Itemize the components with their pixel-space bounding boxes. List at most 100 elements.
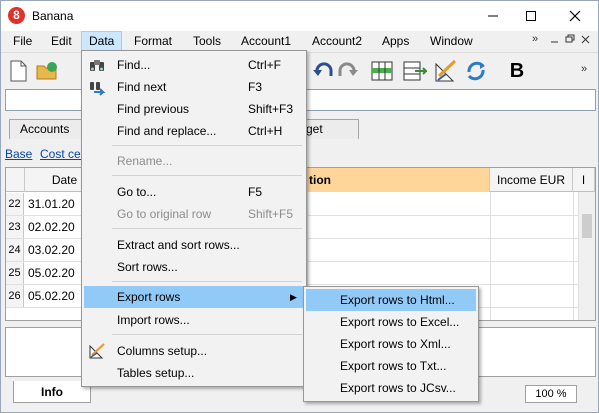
menu-item-label: Go to...	[117, 185, 157, 199]
menu-item-export-excel[interactable]: Export rows to Excel...	[306, 311, 476, 333]
bold-button[interactable]: B	[504, 58, 530, 84]
menu-item-shortcut: F5	[248, 185, 263, 199]
insert-row-icon[interactable]	[369, 58, 395, 84]
tab-info[interactable]: Info	[13, 381, 91, 403]
menu-bar: File Edit Data Format Tools Account1 Acc…	[1, 31, 598, 51]
tab-accounts[interactable]: Accounts	[9, 119, 87, 139]
row-number: 26	[6, 285, 24, 307]
row-number-header	[6, 168, 25, 192]
menu-item-shortcut: F3	[248, 80, 263, 94]
zoom-level[interactable]: 100 %	[525, 385, 577, 403]
redo-icon[interactable]	[335, 58, 361, 84]
vertical-scrollbar[interactable]	[578, 192, 595, 320]
submenu-arrow-icon: ▶	[290, 292, 297, 302]
menu-item-rename: Rename...	[84, 150, 304, 172]
menu-item-label: Export rows to Txt...	[340, 359, 447, 373]
row-date[interactable]: 03.02.20	[28, 239, 75, 261]
delete-row-icon[interactable]	[401, 58, 429, 84]
mdi-close-icon[interactable]	[581, 33, 591, 48]
title-bar: 8 Banana	[1, 1, 598, 31]
menu-window[interactable]: Window	[423, 31, 480, 51]
menu-item-import-rows[interactable]: Import rows...	[84, 309, 304, 331]
menu-item-label: Columns setup...	[117, 344, 208, 358]
menu-account1[interactable]: Account1	[234, 31, 298, 51]
close-button[interactable]	[557, 1, 593, 31]
menu-item-label: Export rows to Excel...	[340, 315, 460, 329]
view-tab-base[interactable]: Base	[5, 147, 32, 161]
menu-item-go-to-original-row: Go to original row Shift+F5	[84, 203, 304, 225]
menu-apps[interactable]: Apps	[375, 31, 416, 51]
menu-item-find-replace[interactable]: Find and replace... Ctrl+H	[84, 120, 304, 142]
menu-item-label: Export rows to JCsv...	[340, 381, 456, 395]
menu-item-shortcut: Shift+F5	[248, 207, 294, 221]
mdi-minimize-icon[interactable]	[550, 33, 560, 48]
menu-item-label: Extract and sort rows...	[117, 238, 240, 252]
app-window: 8 Banana File Edit Data Format Tools Acc…	[0, 0, 599, 413]
menu-item-label: Go to original row	[117, 207, 212, 221]
open-folder-icon[interactable]	[34, 58, 60, 84]
new-file-icon[interactable]	[6, 58, 32, 84]
data-menu-dropdown: Find... Ctrl+F Find next F3 Find previou…	[81, 50, 307, 387]
row-number: 24	[6, 239, 24, 261]
menu-item-find-previous[interactable]: Find previous Shift+F3	[84, 98, 304, 120]
columns-setup-icon	[89, 343, 105, 359]
menu-item-shortcut: Shift+F3	[248, 102, 294, 116]
row-date[interactable]: 05.02.20	[28, 285, 75, 307]
menu-edit[interactable]: Edit	[44, 31, 79, 51]
column-header-next[interactable]: I	[573, 168, 595, 192]
menu-item-label: Import rows...	[117, 313, 190, 327]
column-header-description[interactable]: tion	[307, 168, 490, 192]
menu-separator	[112, 145, 302, 146]
column-header-income[interactable]: Income EUR	[490, 168, 573, 192]
menu-item-label: Find and replace...	[117, 124, 217, 138]
menu-file[interactable]: File	[6, 31, 39, 51]
row-date[interactable]: 02.02.20	[28, 216, 75, 238]
menu-item-label: Find next	[117, 80, 167, 94]
menu-separator	[112, 175, 302, 176]
row-number: 25	[6, 262, 24, 284]
menu-item-export-jcsv[interactable]: Export rows to JCsv...	[306, 377, 476, 399]
menu-item-label: Rename...	[117, 154, 173, 168]
menu-item-shortcut: Ctrl+F	[248, 58, 281, 72]
menu-format[interactable]: Format	[127, 31, 179, 51]
menu-item-label: Sort rows...	[117, 260, 178, 274]
columns-setup-icon[interactable]	[433, 58, 459, 84]
menu-item-label: Export rows	[117, 290, 181, 304]
menu-item-find[interactable]: Find... Ctrl+F	[84, 54, 304, 76]
scrollbar-thumb[interactable]	[582, 214, 592, 238]
menu-item-label: Find...	[117, 58, 151, 72]
row-date[interactable]: 05.02.20	[28, 262, 75, 284]
recheck-icon[interactable]	[463, 58, 489, 84]
menu-item-export-xml[interactable]: Export rows to Xml...	[306, 333, 476, 355]
minimize-button[interactable]	[475, 1, 511, 31]
menu-item-tables-setup[interactable]: Tables setup...	[84, 362, 304, 384]
menu-item-go-to[interactable]: Go to... F5	[84, 181, 304, 203]
find-next-icon	[90, 82, 106, 96]
menu-item-shortcut: Ctrl+H	[248, 124, 283, 138]
column-divider	[490, 192, 491, 320]
menu-account2[interactable]: Account2	[305, 31, 369, 51]
menu-data[interactable]: Data	[81, 31, 123, 51]
menu-item-export-txt[interactable]: Export rows to Txt...	[306, 355, 476, 377]
menu-overflow-chevron[interactable]: »	[532, 33, 538, 45]
menu-item-extract-sort-rows[interactable]: Extract and sort rows...	[84, 234, 304, 256]
row-number: 22	[6, 193, 24, 215]
menu-separator	[112, 334, 302, 335]
maximize-icon	[526, 11, 536, 21]
menu-item-find-next[interactable]: Find next F3	[84, 76, 304, 98]
menu-item-export-html[interactable]: Export rows to Html...	[306, 289, 476, 311]
mdi-restore-icon[interactable]	[565, 33, 575, 48]
menu-separator	[112, 281, 302, 282]
maximize-button[interactable]	[513, 1, 549, 31]
toolbar-overflow-chevron[interactable]: »	[581, 63, 587, 75]
row-date[interactable]: 31.01.20	[28, 193, 75, 215]
menu-item-sort-rows[interactable]: Sort rows...	[84, 256, 304, 278]
export-rows-submenu: Export rows to Html... Export rows to Ex…	[303, 286, 479, 402]
menu-tools[interactable]: Tools	[186, 31, 228, 51]
menu-item-export-rows[interactable]: Export rows ▶	[84, 286, 304, 308]
menu-item-label: Export rows to Xml...	[340, 337, 451, 351]
minimize-icon	[488, 15, 498, 17]
banana-app-icon: 8	[8, 7, 25, 24]
menu-item-columns-setup[interactable]: Columns setup...	[84, 340, 304, 362]
close-icon	[569, 10, 581, 22]
